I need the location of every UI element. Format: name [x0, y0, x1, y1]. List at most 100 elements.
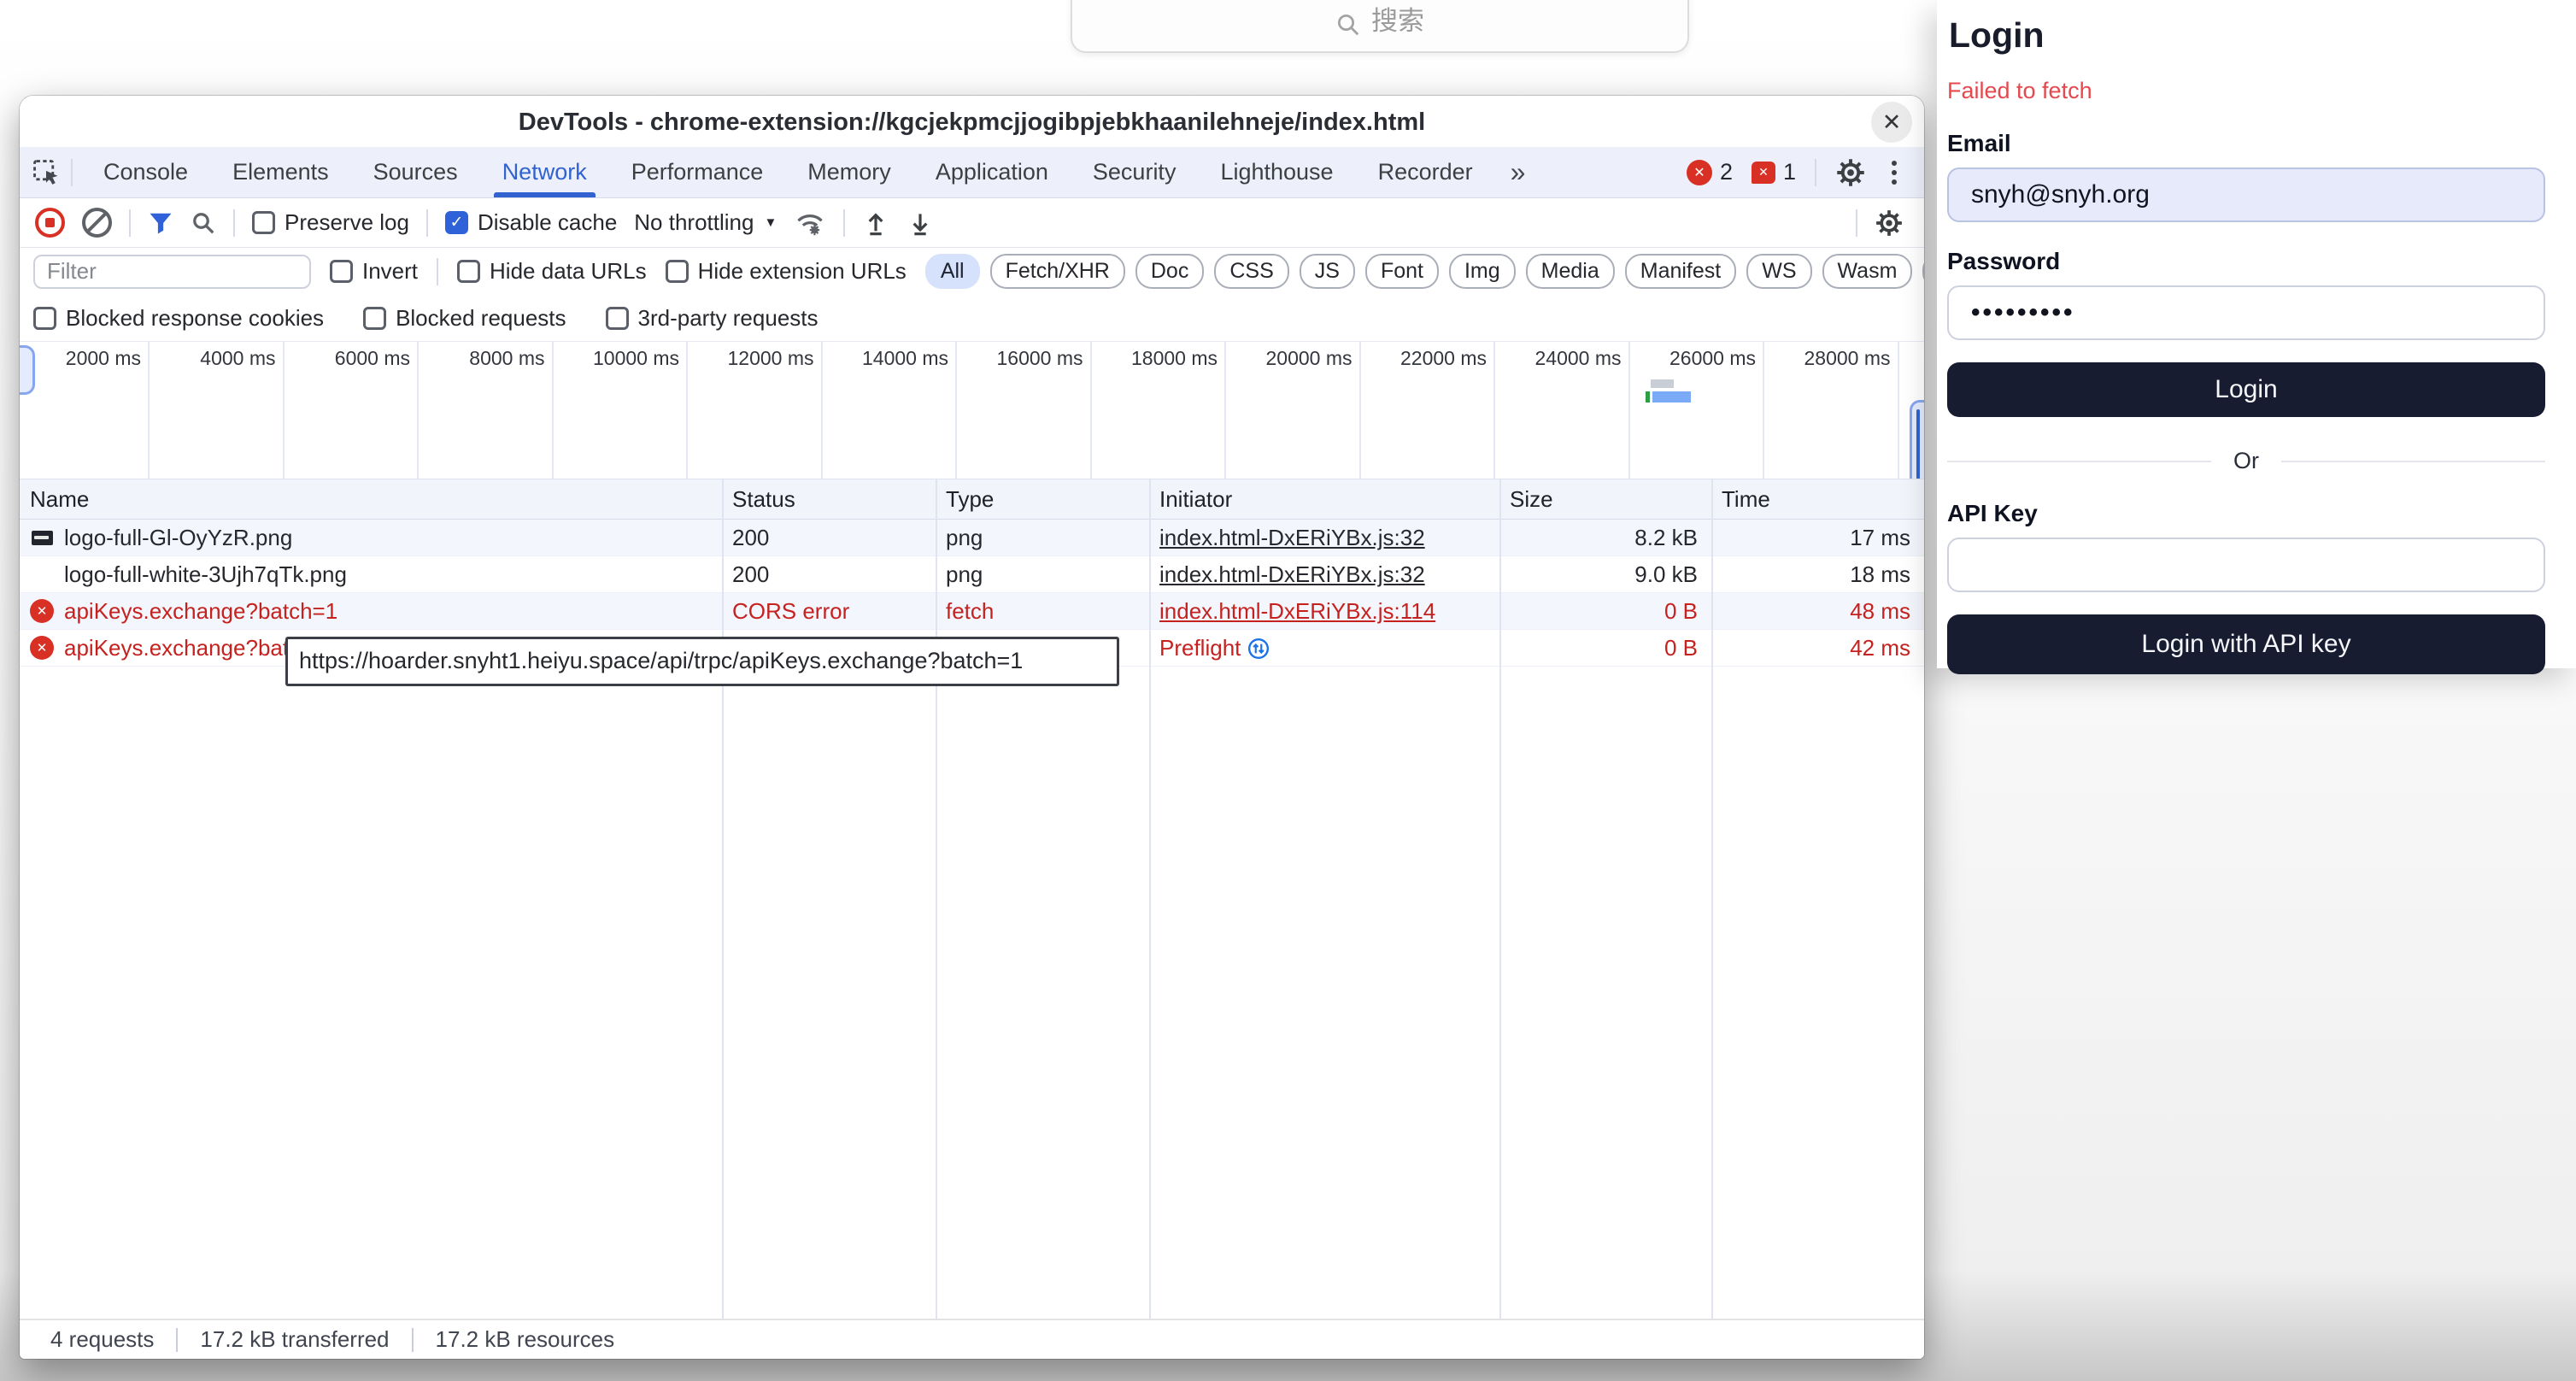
filter-chip-doc[interactable]: Doc	[1135, 254, 1204, 289]
login-button[interactable]: Login	[1947, 362, 2545, 417]
network-conditions-icon[interactable]	[794, 209, 826, 238]
tab-console[interactable]: Console	[81, 147, 210, 197]
error-circle-icon: ✕	[30, 636, 54, 660]
filter-chip-all[interactable]: All	[925, 254, 980, 289]
table-row[interactable]: logo-full-white-3Ujh7qTk.png200pngindex.…	[20, 556, 1924, 593]
search-network-icon[interactable]	[191, 210, 216, 236]
filter-chip-font[interactable]: Font	[1365, 254, 1439, 289]
close-button[interactable]: ✕	[1871, 102, 1912, 143]
column-header-name[interactable]: Name	[20, 479, 722, 519]
initiator-link[interactable]: index.html-DxERiYBx.js:32	[1159, 561, 1425, 587]
inspect-element-icon[interactable]	[32, 158, 61, 187]
disable-cache-label: Disable cache	[478, 209, 617, 236]
more-options-icon[interactable]	[1885, 157, 1904, 188]
column-header-type[interactable]: Type	[936, 479, 1149, 519]
checkbox-icon: ✓	[445, 211, 468, 234]
preserve-log-checkbox[interactable]: ✓ Preserve log	[252, 209, 409, 236]
3rd-party-requests-checkbox[interactable]: ✓3rd-party requests	[606, 305, 819, 332]
tab-memory[interactable]: Memory	[785, 147, 913, 197]
initiator-cell[interactable]: index.html-DxERiYBx.js:32	[1149, 556, 1499, 592]
email-field[interactable]: snyh@snyh.org	[1947, 167, 2545, 222]
blocked-requests-checkbox[interactable]: ✓Blocked requests	[363, 305, 566, 332]
overview-right-handle[interactable]	[1910, 400, 1924, 489]
network-overview-timeline[interactable]: 2000 ms4000 ms6000 ms8000 ms10000 ms1200…	[20, 342, 1924, 479]
record-network-log-icon[interactable]	[35, 208, 65, 238]
filter-funnel-icon[interactable]	[148, 210, 173, 236]
request-name-cell[interactable]: logo-full-white-3Ujh7qTk.png	[20, 556, 722, 592]
table-row[interactable]: logo-full-Gl-OyYzR.png200png index.html-D…	[20, 520, 1924, 556]
url-tooltip: https://hoarder.snyht1.heiyu.space/api/t…	[285, 637, 1119, 686]
tabbar-right-group: ✕ 2 ✕ 1	[1687, 157, 1924, 188]
more-tabs-icon[interactable]: »	[1495, 156, 1541, 188]
password-field[interactable]: •••••••••	[1947, 285, 2545, 340]
column-header-initiator[interactable]: Initiator	[1149, 479, 1499, 519]
tab-application[interactable]: Application	[913, 147, 1071, 197]
request-name-cell[interactable]: ✕apiKeys.exchange?batch=1	[20, 593, 722, 629]
api-key-field[interactable]	[1947, 538, 2545, 592]
column-header-time[interactable]: Time	[1711, 479, 1924, 519]
filter-chip-fetch-xhr[interactable]: Fetch/XHR	[990, 254, 1125, 289]
settings-gear-icon[interactable]	[1835, 157, 1866, 188]
hide-data-urls-checkbox[interactable]: ✓ Hide data URLs	[457, 258, 647, 285]
api-key-label: API Key	[1947, 500, 2545, 527]
tab-security[interactable]: Security	[1071, 147, 1199, 197]
filter-chip-ws[interactable]: WS	[1746, 254, 1811, 289]
import-har-icon[interactable]	[862, 209, 889, 237]
page-search-bar[interactable]: 搜索	[1071, 0, 1689, 53]
filter-chip-manifest[interactable]: Manifest	[1625, 254, 1736, 289]
checkbox-icon: ✓	[363, 307, 386, 330]
error-circle-icon: ✕	[30, 599, 54, 623]
console-errors-badge[interactable]: ✕ 2	[1687, 159, 1733, 185]
hide-data-urls-label: Hide data URLs	[490, 258, 647, 285]
clear-network-log-icon[interactable]	[82, 208, 112, 238]
tab-recorder[interactable]: Recorder	[1356, 147, 1495, 197]
tab-network[interactable]: Network	[480, 147, 609, 197]
issues-badge[interactable]: ✕ 1	[1752, 159, 1796, 185]
filter-chip-img[interactable]: Img	[1449, 254, 1516, 289]
status-cell: 200	[722, 520, 936, 555]
disable-cache-checkbox[interactable]: ✓ Disable cache	[445, 209, 617, 236]
export-har-icon[interactable]	[907, 209, 934, 237]
tab-lighthouse[interactable]: Lighthouse	[1198, 147, 1355, 197]
initiator-link[interactable]: index.html-DxERiYBx.js:32	[1159, 525, 1425, 550]
login-with-api-key-button[interactable]: Login with API key	[1947, 614, 2545, 674]
throttling-select[interactable]: No throttling ▼	[634, 209, 777, 236]
type-cell: png	[936, 556, 1149, 592]
network-settings-gear-icon[interactable]	[1875, 209, 1904, 238]
initiator-cell[interactable]: Preflight	[1149, 630, 1499, 666]
divider	[233, 209, 235, 237]
filter-chip-wasm[interactable]: Wasm	[1822, 254, 1913, 289]
blocked-response-cookies-checkbox[interactable]: ✓Blocked response cookies	[33, 305, 324, 332]
devtools-tabbar: ConsoleElementsSourcesNetworkPerformance…	[20, 147, 1924, 198]
or-label: Or	[2233, 448, 2259, 474]
column-header-status[interactable]: Status	[722, 479, 936, 519]
initiator-link[interactable]: index.html-DxERiYBx.js:114	[1159, 598, 1435, 624]
initiator-cell[interactable]: index.html-DxERiYBx.js:32	[1149, 520, 1499, 555]
tab-performance[interactable]: Performance	[609, 147, 786, 197]
filter-chip-other[interactable]: Other	[1922, 254, 1924, 289]
type-cell: fetch	[936, 593, 1149, 629]
checkbox-icon: ✓	[606, 307, 629, 330]
filter-input[interactable]	[33, 255, 311, 289]
size-cell: 9.0 kB	[1499, 556, 1711, 592]
preflight-link[interactable]: Preflight	[1159, 630, 1270, 666]
size-cell: 8.2 kB	[1499, 520, 1711, 555]
filter-chip-js[interactable]: JS	[1300, 254, 1355, 289]
request-name-cell[interactable]: logo-full-Gl-OyYzR.png	[20, 520, 722, 555]
filter-chip-media[interactable]: Media	[1526, 254, 1615, 289]
table-row[interactable]: ✕apiKeys.exchange?batch=1CORS errorfetch…	[20, 593, 1924, 630]
timeline-tick-label: 28000 ms	[1761, 347, 1891, 370]
invert-checkbox[interactable]: ✓ Invert	[330, 258, 418, 285]
tab-sources[interactable]: Sources	[351, 147, 480, 197]
initiator-cell[interactable]: index.html-DxERiYBx.js:114	[1149, 593, 1499, 629]
filter-chip-css[interactable]: CSS	[1214, 254, 1288, 289]
type-cell: png	[936, 520, 1149, 555]
hide-extension-urls-checkbox[interactable]: ✓ Hide extension URLs	[666, 258, 907, 285]
issue-icon: ✕	[1752, 162, 1775, 184]
desktop: 搜索 DevTools - chrome-extension://kgcjekp…	[0, 0, 2576, 1381]
throttling-value: No throttling	[634, 209, 754, 236]
panel-tabs: ConsoleElementsSourcesNetworkPerformance…	[81, 147, 1495, 197]
column-header-size[interactable]: Size	[1499, 479, 1711, 519]
timeline-tick-label: 24000 ms	[1492, 347, 1622, 370]
tab-elements[interactable]: Elements	[210, 147, 351, 197]
